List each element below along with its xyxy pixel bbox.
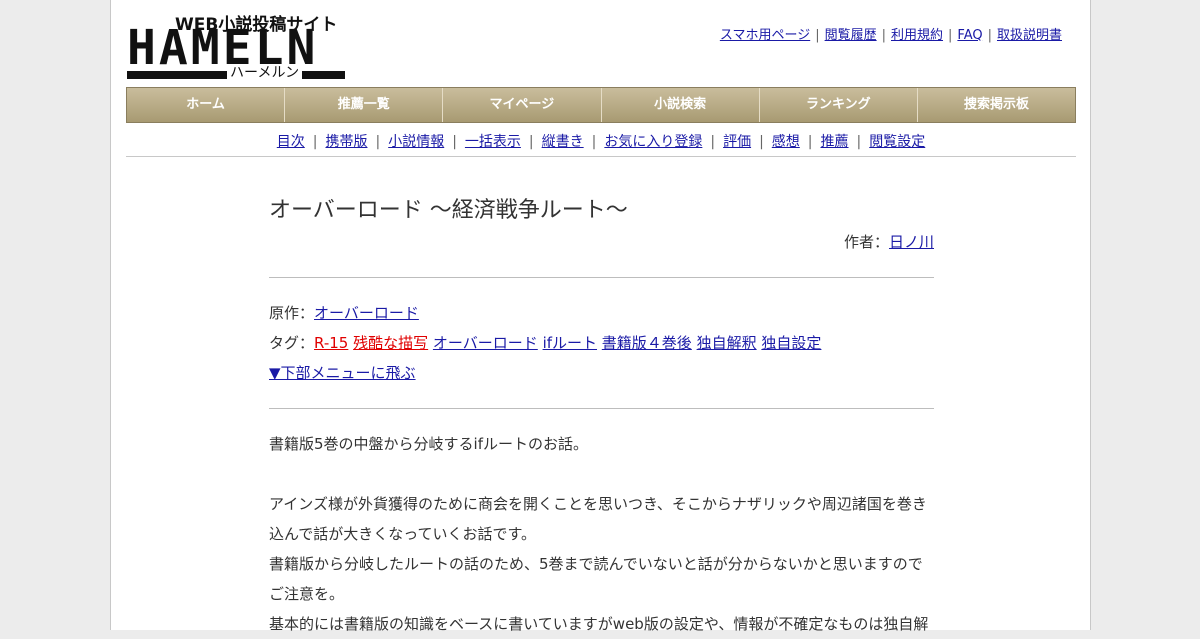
sub-nav-vertical[interactable]: 縦書き: [542, 134, 584, 150]
nav-tab-recommendations[interactable]: 推薦一覧: [285, 88, 444, 122]
separator: |: [807, 134, 813, 150]
logo-kana: ハーメルン: [227, 65, 303, 81]
separator: |: [815, 28, 820, 43]
tag-link-red[interactable]: R-15: [314, 334, 348, 352]
sub-nav-rating[interactable]: 評価: [723, 134, 751, 150]
nav-tab-mypage[interactable]: マイページ: [443, 88, 602, 122]
separator: |: [948, 28, 953, 43]
divider: [126, 156, 1076, 157]
summary-paragraph: 書籍版から分岐したルートの話のため、5巻まで読んでいないと話が分からないかと思い…: [269, 555, 923, 603]
main-nav: ホーム 推薦一覧 マイページ 小説検索 ランキング 捜索掲示板: [126, 87, 1076, 123]
separator: |: [528, 134, 534, 150]
summary-paragraph: 書籍版5巻の中盤から分岐するifルートのお話。: [269, 435, 588, 453]
top-link-history[interactable]: 閲覧履歴: [825, 28, 877, 43]
nav-tab-board[interactable]: 捜索掲示板: [917, 88, 1076, 122]
tag-link[interactable]: ifルート: [543, 334, 597, 352]
top-link-manual[interactable]: 取扱説明書: [997, 28, 1062, 43]
tags-label: タグ：: [269, 334, 315, 352]
nav-tab-home[interactable]: ホーム: [127, 88, 286, 122]
top-link-faq[interactable]: FAQ: [957, 28, 982, 43]
author-line: 作者：日ノ川: [269, 231, 934, 253]
summary-blank-line: [269, 459, 934, 489]
separator: |: [375, 134, 381, 150]
nav-tab-search[interactable]: 小説検索: [601, 88, 760, 122]
author-label: 作者：: [843, 233, 889, 251]
author-link[interactable]: 日ノ川: [889, 233, 934, 251]
original-line: 原作：オーバーロード: [269, 298, 934, 328]
sub-nav-mobile[interactable]: 携帯版: [325, 134, 367, 150]
separator: |: [312, 134, 318, 150]
separator: |: [987, 28, 992, 43]
separator: |: [856, 134, 862, 150]
divider: [269, 408, 934, 409]
original-link[interactable]: オーバーロード: [314, 304, 419, 322]
tag-link[interactable]: 書籍版４巻後: [602, 334, 692, 352]
separator: |: [759, 134, 764, 150]
top-link-smartphone[interactable]: スマホ用ページ: [720, 28, 810, 43]
top-link-terms[interactable]: 利用規約: [891, 28, 943, 43]
separator: |: [881, 28, 886, 43]
novel-summary: 書籍版5巻の中盤から分岐するifルートのお話。 アインズ様が外貨獲得のために商会…: [269, 429, 934, 639]
tag-link[interactable]: 独自設定: [761, 334, 821, 352]
sub-nav-show-all[interactable]: 一括表示: [465, 134, 521, 150]
jump-line: ▼下部メニューに飛ぶ: [269, 358, 934, 388]
tag-link[interactable]: オーバーロード: [433, 334, 538, 352]
tags-line: タグ：R-15 残酷な描写 オーバーロード ifルート 書籍版４巻後 独自解釈 …: [269, 328, 934, 358]
page-container: WEB小説投稿サイト HAMELN ハーメルン スマホ用ページ | 閲覧履歴 | 利用規…: [110, 0, 1091, 633]
novel-content: オーバーロード ～経済戦争ルート～ 作者：日ノ川 原作：オーバーロード タグ：R…: [269, 195, 934, 639]
top-links: スマホ用ページ | 閲覧履歴 | 利用規約 | FAQ | 取扱説明書: [720, 24, 1062, 43]
summary-paragraph: アインズ様が外貨獲得のために商会を開くことを思いつき、そこからナザリックや周辺諸…: [269, 495, 927, 543]
summary-paragraph: 基本的には書籍版の知識をベースに書いていますがweb版の設定や、情報が不確定なも…: [269, 615, 929, 633]
novel-meta: 原作：オーバーロード タグ：R-15 残酷な描写 オーバーロード ifルート 書…: [269, 298, 934, 388]
original-label: 原作：: [269, 304, 315, 322]
sub-nav-recommend[interactable]: 推薦: [821, 134, 849, 150]
tag-link[interactable]: 独自解釈: [697, 334, 757, 352]
sub-nav: 目次 | 携帯版 | 小説情報 | 一括表示 | 縦書き | お気に入り登録 | 評価 | 感想 | 推薦 | 閲覧…: [126, 131, 1076, 151]
sub-nav-toc[interactable]: 目次: [277, 134, 305, 150]
separator: |: [452, 134, 457, 150]
sub-nav-favorite[interactable]: お気に入り登録: [604, 134, 702, 150]
nav-tab-ranking[interactable]: ランキング: [759, 88, 918, 122]
tag-link-red[interactable]: 残酷な描写: [353, 334, 428, 352]
sub-nav-settings[interactable]: 閲覧設定: [869, 134, 925, 150]
site-logo[interactable]: WEB小説投稿サイト HAMELN ハーメルン: [127, 10, 345, 81]
separator: |: [591, 134, 597, 150]
sub-nav-novel-info[interactable]: 小説情報: [388, 134, 444, 150]
separator: |: [710, 134, 716, 150]
sub-nav-reviews[interactable]: 感想: [772, 134, 800, 150]
novel-title: オーバーロード ～経済戦争ルート～: [269, 198, 628, 223]
divider: [269, 277, 934, 278]
jump-to-bottom-link[interactable]: ▼下部メニューに飛ぶ: [269, 364, 416, 382]
